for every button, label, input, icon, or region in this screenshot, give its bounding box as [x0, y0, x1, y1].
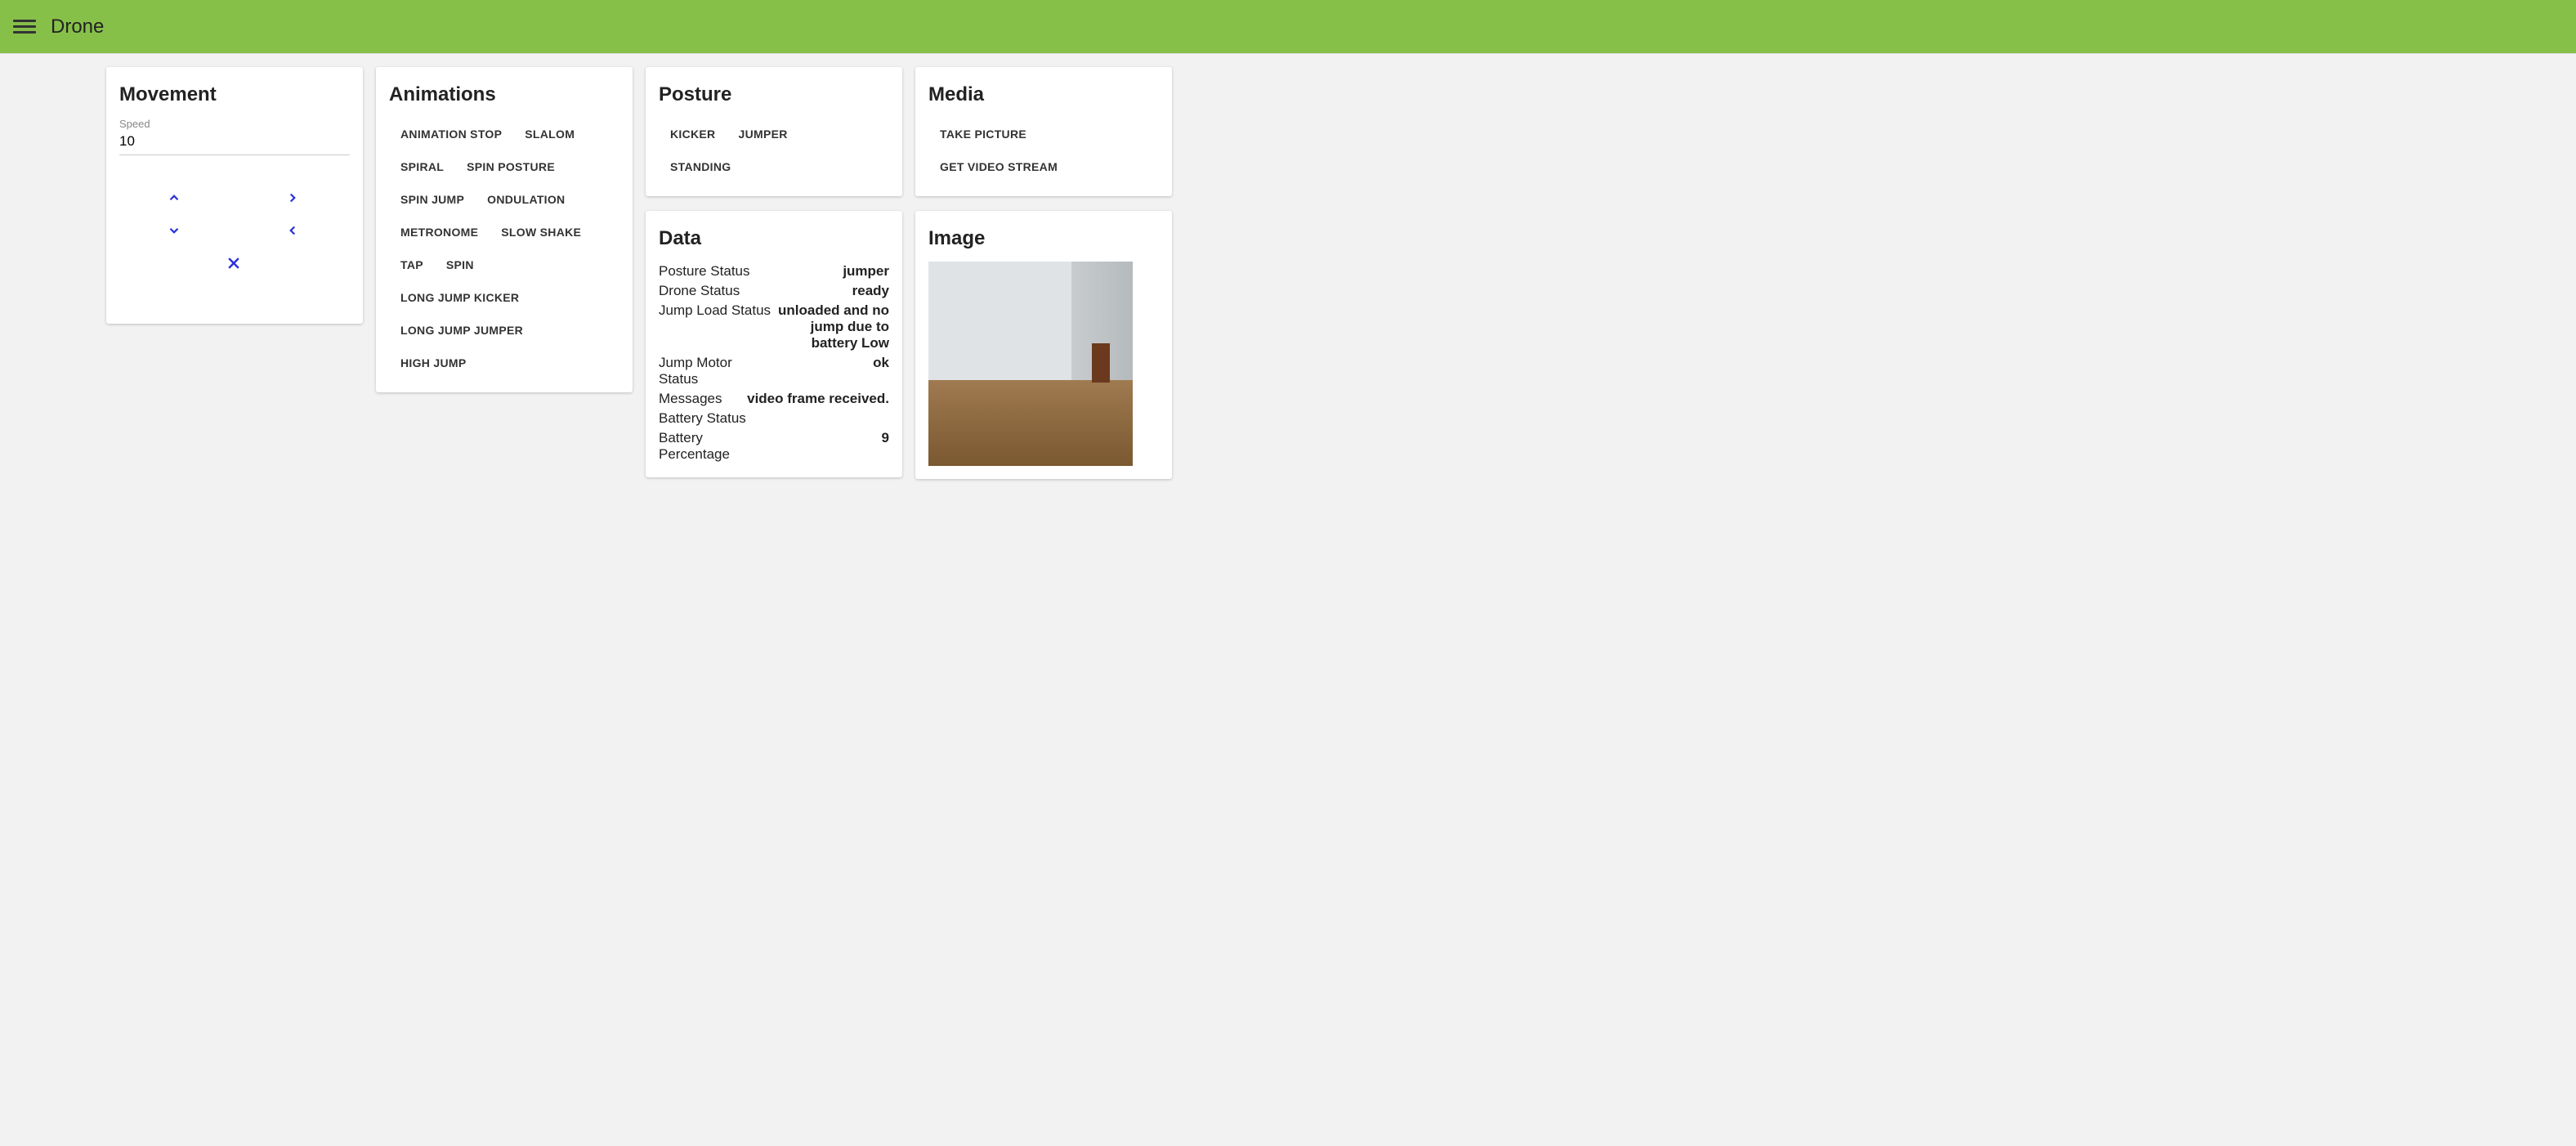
- slow-shake-button[interactable]: Slow shake: [490, 216, 593, 248]
- table-row: Posture Status jumper: [659, 262, 889, 281]
- up-icon[interactable]: [164, 188, 184, 208]
- posture-card: Posture Kicker Jumper Standing: [646, 67, 902, 196]
- table-row: Jump Load Status unloaded and no jump du…: [659, 301, 889, 353]
- movement-title: Movement: [119, 83, 350, 106]
- speed-input[interactable]: [119, 132, 350, 155]
- table-row: Battery Percentage 9: [659, 428, 889, 464]
- ondulation-button[interactable]: Ondulation: [476, 183, 576, 216]
- movement-dpad: [119, 188, 350, 311]
- media-title: Media: [928, 83, 1159, 106]
- spin-button[interactable]: Spin: [435, 248, 485, 281]
- jump-load-status-label: Jump Load Status: [659, 302, 771, 319]
- left-icon[interactable]: [283, 221, 302, 240]
- image-card: Image: [915, 211, 1172, 479]
- jumper-button[interactable]: Jumper: [727, 118, 798, 150]
- spin-posture-button[interactable]: Spin posture: [455, 150, 566, 183]
- menu-icon[interactable]: [13, 16, 36, 38]
- right-icon[interactable]: [283, 188, 302, 208]
- jump-motor-status-value: ok: [777, 355, 889, 371]
- spin-jump-button[interactable]: Spin jump: [389, 183, 476, 216]
- get-video-stream-button[interactable]: Get Video Stream: [928, 150, 1069, 183]
- table-row: Messages video frame received.: [659, 389, 889, 409]
- long-jump-jumper-button[interactable]: Long jump jumper: [389, 314, 534, 347]
- jump-motor-status-label: Jump Motor Status: [659, 355, 774, 387]
- data-card: Data Posture Status jumper Drone Status …: [646, 211, 902, 477]
- speed-label: Speed: [119, 118, 350, 130]
- dashboard: Movement Speed: [0, 54, 2576, 479]
- standing-button[interactable]: Standing: [659, 150, 742, 183]
- battery-percentage-value: 9: [777, 430, 889, 446]
- posture-status-label: Posture Status: [659, 263, 750, 280]
- battery-status-label: Battery Status: [659, 410, 746, 427]
- animation-stop-button[interactable]: Animation stop: [389, 118, 513, 150]
- down-icon[interactable]: [164, 221, 184, 240]
- battery-percentage-label: Battery Percentage: [659, 430, 774, 463]
- metronome-button[interactable]: Metronome: [389, 216, 490, 248]
- media-card: Media Take Picture Get Video Stream: [915, 67, 1172, 196]
- jump-load-status-value: unloaded and no jump due to battery Low: [774, 302, 889, 351]
- movement-card: Movement Speed: [106, 67, 363, 324]
- image-title: Image: [928, 227, 1159, 250]
- drone-status-value: ready: [743, 283, 889, 299]
- posture-status-value: jumper: [754, 263, 889, 280]
- drone-status-label: Drone Status: [659, 283, 740, 299]
- spiral-button[interactable]: Spiral: [389, 150, 455, 183]
- animations-card: Animations Animation stop Slalom Spiral …: [376, 67, 633, 392]
- animations-title: Animations: [389, 83, 619, 106]
- messages-label: Messages: [659, 391, 722, 407]
- stop-icon[interactable]: [224, 253, 244, 273]
- slalom-button[interactable]: Slalom: [513, 118, 586, 150]
- posture-title: Posture: [659, 83, 889, 106]
- table-row: Battery Status: [659, 409, 889, 428]
- long-jump-kicker-button[interactable]: Long jump kicker: [389, 281, 530, 314]
- take-picture-button[interactable]: Take Picture: [928, 118, 1038, 150]
- data-title: Data: [659, 227, 889, 250]
- table-row: Drone Status ready: [659, 281, 889, 301]
- table-row: Jump Motor Status ok: [659, 353, 889, 389]
- kicker-button[interactable]: Kicker: [659, 118, 727, 150]
- app-title: Drone: [51, 16, 104, 38]
- tap-button[interactable]: Tap: [389, 248, 435, 281]
- high-jump-button[interactable]: High jump: [389, 347, 478, 379]
- messages-value: video frame received.: [725, 391, 889, 407]
- app-bar: Drone: [0, 0, 2576, 54]
- camera-feed-image: [928, 262, 1133, 466]
